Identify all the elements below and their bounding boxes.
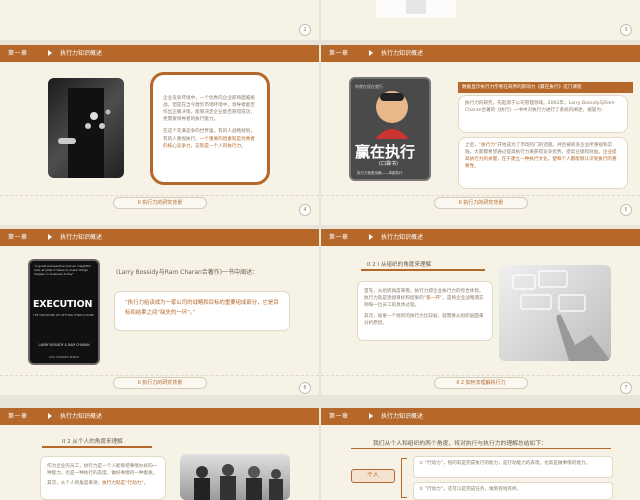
slide-header: 第一章 执行力知识概述 bbox=[0, 408, 319, 425]
business-man-photo bbox=[48, 78, 124, 178]
page-number: 6 bbox=[299, 382, 311, 394]
slide-title: 执行力知识概述 bbox=[60, 50, 103, 57]
section-footer: II 执行力的研究背景 bbox=[113, 197, 207, 209]
arrow-icon bbox=[369, 50, 373, 56]
book-subtitle: (口袋书) bbox=[379, 161, 398, 167]
section-footer: II 执行力的研究背景 bbox=[113, 377, 207, 389]
book-cover-ying-zai-zhi-xing: 你就在现在就行 赢在执行 (口袋书) 执行力就是战略——卓越执行 bbox=[349, 77, 431, 181]
quote-card: “执行力给该成为一家公司的战略和目标的重要组成部分，它是目标和结果之间“缺失的一… bbox=[114, 291, 290, 331]
chapter-label: 第一章 bbox=[329, 50, 349, 57]
slide-title: 执行力知识概述 bbox=[381, 234, 424, 241]
slide-title: 执行力知识概述 bbox=[60, 413, 103, 420]
paragraph-1: 企业竞争环境中，一个优秀的企业即将面临挑战。但是在当今激烈市场环境中，领导者能否… bbox=[163, 96, 255, 123]
slide-5: 第一章 执行力知识概述 "A great perspective and an … bbox=[0, 229, 319, 395]
chapter-label: 第一章 bbox=[8, 413, 28, 420]
slide-1: 2 bbox=[0, 0, 319, 40]
item-2-text: ② “行动力”，还可以是完成任务，做到有始有终。 bbox=[419, 487, 522, 492]
arrow-icon bbox=[48, 413, 52, 419]
text-card: 首先，从组织角度来看，执行力即企业执行力的综合体现。执行力就是连接目标和结果的“… bbox=[357, 281, 493, 341]
text-card-2: 之后，“执行力”开始成为了市场热门的话题。并且被很多企业所重视和实践。大家都希望… bbox=[458, 137, 628, 189]
book-title: 赢在执行 bbox=[355, 143, 416, 161]
finger-touch-icon bbox=[512, 270, 611, 361]
book-authors: LARRY BOSSIDY & RAM CHARAN bbox=[38, 343, 90, 347]
book-cover-execution: "A great perspective and an insightful l… bbox=[28, 259, 100, 365]
section-heading: II 2 从个人的角度来理解 bbox=[62, 439, 123, 445]
page-number: 5 bbox=[620, 204, 632, 216]
divider bbox=[0, 195, 319, 196]
section-heading: II 2 I 从组织的角度来理解 bbox=[367, 262, 432, 268]
page-number: 3 bbox=[620, 24, 632, 36]
heading-underline bbox=[361, 269, 485, 271]
slide-7: 第一章 执行力知识概述 II 2 从个人的角度来理解 作为企业的员工，执行力是一… bbox=[0, 408, 319, 500]
book-title: EXECUTION bbox=[33, 299, 93, 310]
intro-underline bbox=[351, 448, 611, 449]
text-card-1: 执行力的研究，先起源于公司管理领域。2002年，Larry Bossidy与Ra… bbox=[458, 95, 628, 133]
slide-grid: 2 3 第一章 执行力知识概述 企业竞争环境中，一个优秀的企业即将面临挑战。但是… bbox=[0, 0, 640, 500]
page-number: 4 bbox=[299, 204, 311, 216]
author-portrait bbox=[375, 91, 409, 139]
slide-header: 第一章 执行力知识概述 bbox=[0, 45, 319, 62]
figure-illustration bbox=[376, 0, 456, 18]
book-quote: "A great perspective and an insightful l… bbox=[34, 264, 91, 276]
paragraph-2: 在这个充满竞争的世界里，有的人战略规划，有的人重视执行，一个重要的因素就是优秀者… bbox=[163, 129, 255, 149]
item-card-1: ① “行动力”，指的就是完成执行的能力，是行动能力的表现，也就是做事情的能力。 bbox=[413, 456, 613, 478]
text-card: 企业竞争环境中，一个优秀的企业即将面临挑战。但是在当今激烈市场环境中，领导者能否… bbox=[150, 72, 270, 185]
slide-title: 执行力知识概述 bbox=[60, 234, 103, 241]
paragraph-2: 其次，从个人的角度来讲，执行力就是“行动力”。 bbox=[47, 481, 149, 487]
section-footer: II 2 如何去理解执行力 bbox=[434, 377, 528, 389]
arrow-icon bbox=[369, 413, 373, 419]
hand-touch-icon bbox=[58, 88, 111, 178]
paragraph-2: 其次，如果一个组织的执行力比较弱，就需要从组织层面来分析原因。 bbox=[364, 314, 484, 327]
item-1-text: ① “行动力”，指的就是完成执行的能力，是行动能力的表现，也就是做事情的能力。 bbox=[419, 461, 591, 466]
slide-header: 第一章 执行力知识概述 bbox=[0, 229, 319, 246]
page-number: 2 bbox=[299, 24, 311, 36]
arrow-icon bbox=[369, 234, 373, 240]
text-card: 作为企业的员工，执行力是一个人能够把事情办好的一种能力，也是一种执行的态度，做好… bbox=[40, 456, 166, 500]
touch-interface-photo bbox=[499, 265, 611, 361]
quote-text: “执行力给该成为一家公司的战略和目标的重要组成部分，它是目标和结果之间“缺失的一… bbox=[125, 300, 279, 317]
paragraph-1: 首先，从组织角度来看，执行力即企业执行力的综合体现。执行力就是连接目标和结果的“… bbox=[364, 289, 484, 309]
slide-header: 第一章 执行力知识概述 bbox=[321, 45, 640, 62]
section-footer: II 执行力的研究背景 bbox=[434, 197, 528, 209]
book-desc: 执行力就是战略——卓越执行 bbox=[357, 171, 403, 175]
slide-6: 第一章 执行力知识概述 II 2 I 从组织的角度来理解 首先，从组织角度来看，… bbox=[321, 229, 640, 395]
slide-header: 第一章 执行力知识概述 bbox=[321, 229, 640, 246]
business-meeting-photo bbox=[180, 454, 290, 500]
slide-2: 3 bbox=[321, 0, 640, 40]
page-number: 7 bbox=[620, 382, 632, 394]
slide-header: 第一章 执行力知识概述 bbox=[321, 408, 640, 425]
chapter-label: 第一章 bbox=[8, 234, 28, 241]
paragraph-2: 之后，“执行力”开始成为了市场热门的话题。并且被很多企业所重视和实践。大家都希望… bbox=[465, 143, 617, 170]
paragraph-1: 作为企业的员工，执行力是一个人能够把事情办好的一种能力，也是一种执行的态度，做好… bbox=[47, 464, 158, 477]
arrow-icon bbox=[48, 234, 52, 240]
slide-4: 第一章 执行力知识概述 你就在现在就行 赢在执行 (口袋书) 执行力就是战略——… bbox=[321, 45, 640, 225]
intro-text: (Larry Bossidy与Ram Charan合著作)一书中阐述： bbox=[116, 269, 259, 276]
intro-text: 我们从个人和组织的两个角度，将对执行与执行力的理解总结如下： bbox=[373, 441, 547, 447]
banner: 数据显示执行力学者在商界的影响力《赢在执行》这门课程 bbox=[458, 82, 633, 93]
slide-title: 执行力知识概述 bbox=[381, 50, 424, 57]
divider bbox=[321, 195, 640, 196]
slide-8: 第一章 执行力知识概述 我们从个人和组织的两个角度，将对执行与执行力的理解总结如… bbox=[321, 408, 640, 500]
people-icon bbox=[194, 464, 283, 500]
heading-underline bbox=[42, 446, 152, 448]
divider bbox=[321, 375, 640, 376]
chapter-label: 第一章 bbox=[329, 234, 349, 241]
slide-3: 第一章 执行力知识概述 企业竞争环境中，一个优秀的企业即将面临挑战。但是在当今激… bbox=[0, 45, 319, 225]
bracket bbox=[401, 458, 407, 498]
arrow-icon bbox=[48, 50, 52, 56]
divider bbox=[0, 375, 319, 376]
paragraph-1: 执行力的研究，先起源于公司管理领域。2002年，Larry Bossidy与Ra… bbox=[465, 101, 615, 114]
book-subtitle: THE DISCIPLINE OF GETTING THINGS DONE bbox=[33, 313, 94, 317]
category-tag: 个人 bbox=[351, 469, 395, 483]
chapter-label: 第一章 bbox=[329, 413, 349, 420]
chapter-label: 第一章 bbox=[8, 50, 28, 57]
book-with: with CHARLES BURCK bbox=[48, 355, 80, 359]
item-card-2: ② “行动力”，还可以是完成任务，做到有始有终。 bbox=[413, 482, 613, 500]
slide-title: 执行力知识概述 bbox=[381, 413, 424, 420]
